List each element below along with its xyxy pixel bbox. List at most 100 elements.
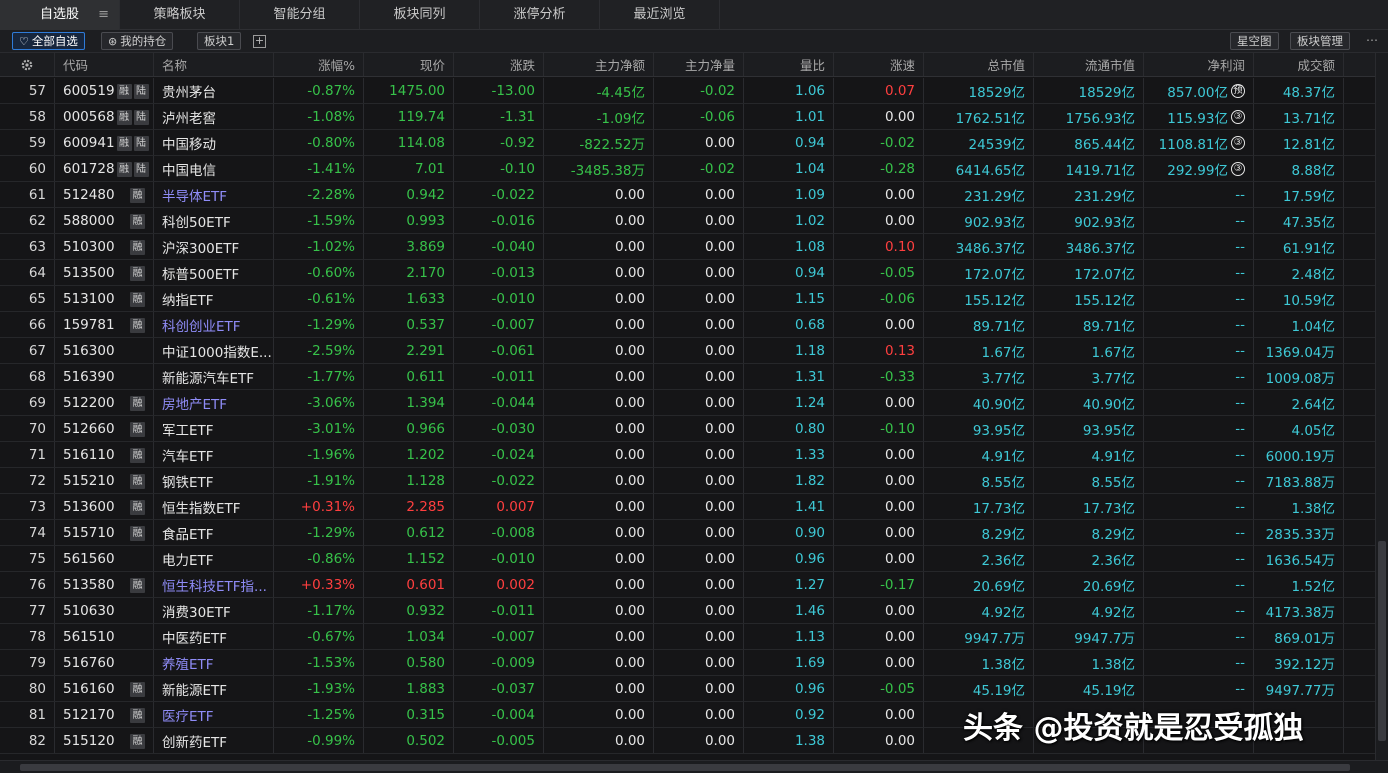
table-row[interactable]: 64 513500 融标普500ETF -0.60% 2.170 -0.013 0.00 0.… xyxy=(0,260,1375,286)
my-holdings-button[interactable]: ⊛ 我的持仓 xyxy=(101,32,174,50)
column-header-price[interactable]: 现价 xyxy=(364,53,454,76)
more-options-icon[interactable]: ⋯ xyxy=(1366,33,1378,47)
main_amt-cell: 0.00 xyxy=(544,520,654,545)
name-cell[interactable]: 纳指ETF xyxy=(154,286,274,311)
report-quarter-badge: ③ xyxy=(1231,109,1245,124)
code-cell: 515710 融 xyxy=(55,520,154,545)
name-cell[interactable]: 沪深300ETF xyxy=(154,234,274,259)
column-header-main-net-ratio[interactable]: 主力净量 xyxy=(654,53,744,76)
column-header-code[interactable]: 代码 xyxy=(55,53,154,76)
vertical-scrollbar[interactable] xyxy=(1375,53,1388,760)
name-cell[interactable]: 中证1000指数E... xyxy=(154,338,274,363)
row-index: 66 xyxy=(0,312,55,337)
name-cell[interactable]: 新能源ETF xyxy=(154,676,274,701)
name-cell[interactable]: 贵州茅台 xyxy=(154,78,274,103)
table-row[interactable]: 75 561560 电力ETF -0.86% 1.152 -0.010 0.00 0.00 0.… xyxy=(0,546,1375,572)
name-cell[interactable]: 中医药ETF xyxy=(154,624,274,649)
column-header-net-profit[interactable]: 净利润 xyxy=(1144,53,1254,76)
all-watchlist-button[interactable]: ♡ 全部自选 xyxy=(12,32,85,50)
tab-0[interactable]: 自选股 ≡ xyxy=(0,0,120,30)
star-chart-button[interactable]: 星空图 xyxy=(1230,32,1279,50)
table-row[interactable]: 77 510630 消费30ETF -1.17% 0.932 -0.011 0.00 0.00… xyxy=(0,598,1375,624)
column-header-change-pct[interactable]: 涨幅% xyxy=(274,53,364,76)
table-row[interactable]: 58 000568 融陆泸州老窖 -1.08% 119.74 -1.31 -1.09亿 -0.… xyxy=(0,104,1375,130)
block1-button[interactable]: 板块1 xyxy=(197,32,242,50)
total-cell: 172.07亿 xyxy=(924,260,1034,285)
table-row[interactable]: 62 588000 融科创50ETF -1.59% 0.993 -0.016 0.00 0.0… xyxy=(0,208,1375,234)
horizontal-scroll-thumb[interactable] xyxy=(20,764,1350,771)
table-row[interactable]: 73 513600 融恒生指数ETF +0.31% 2.285 0.007 0.00 0.00… xyxy=(0,494,1375,520)
name-cell[interactable]: 恒生科技ETF指... xyxy=(154,572,274,597)
name-cell[interactable]: 电力ETF xyxy=(154,546,274,571)
block-manage-button[interactable]: 板块管理 xyxy=(1290,32,1350,50)
float-cell: 20.69亿 xyxy=(1034,572,1144,597)
table-row[interactable]: 76 513580 融恒生科技ETF指... +0.33% 0.601 0.002 0.00… xyxy=(0,572,1375,598)
name-cell[interactable]: 科创50ETF xyxy=(154,208,274,233)
table-row[interactable]: 80 516160 融新能源ETF -1.93% 1.883 -0.037 0.00 0.00… xyxy=(0,676,1375,702)
table-row[interactable]: 63 510300 融沪深300ETF -1.02% 3.869 -0.040 0.00 0.… xyxy=(0,234,1375,260)
speed-cell: -0.10 xyxy=(834,416,924,441)
name-cell[interactable]: 食品ETF xyxy=(154,520,274,545)
name-cell[interactable]: 中国移动 xyxy=(154,130,274,155)
name-cell[interactable]: 医疗ETF xyxy=(154,702,274,727)
column-header-main-net-amount[interactable]: 主力净额 xyxy=(544,53,654,76)
table-row[interactable]: 72 515210 融钢铁ETF -1.91% 1.128 -0.022 0.00 0.00 1… xyxy=(0,468,1375,494)
column-header-total-mv[interactable]: 总市值 xyxy=(924,53,1034,76)
column-header-volume-ratio[interactable]: 量比 xyxy=(744,53,834,76)
table-row[interactable]: 60 601728 融陆中国电信 -1.41% 7.01 -0.10 -3485.38万 -0… xyxy=(0,156,1375,182)
name-cell[interactable]: 标普500ETF xyxy=(154,260,274,285)
name-cell[interactable]: 消费30ETF xyxy=(154,598,274,623)
column-header-change[interactable]: 涨跌 xyxy=(454,53,544,76)
name-cell[interactable]: 泸州老窖 xyxy=(154,104,274,129)
name-cell[interactable]: 汽车ETF xyxy=(154,442,274,467)
pct-cell: +0.31% xyxy=(274,494,364,519)
name-cell[interactable]: 房地产ETF xyxy=(154,390,274,415)
name-cell[interactable]: 恒生指数ETF xyxy=(154,494,274,519)
table-row[interactable]: 66 159781 融科创创业ETF -1.29% 0.537 -0.007 0.00 0.0… xyxy=(0,312,1375,338)
table-row[interactable]: 68 516390 新能源汽车ETF -1.77% 0.611 -0.011 0.00 0.0… xyxy=(0,364,1375,390)
settings-gear-icon[interactable] xyxy=(0,53,55,76)
tab-2[interactable]: 智能分组 xyxy=(240,0,360,30)
table-row[interactable]: 65 513100 融纳指ETF -0.61% 1.633 -0.010 0.00 0.00 1… xyxy=(0,286,1375,312)
main_net-cell: 0.00 xyxy=(654,494,744,519)
tab-4[interactable]: 涨停分析 xyxy=(480,0,600,30)
hamburger-menu-icon[interactable]: ≡ xyxy=(98,0,109,30)
table-row[interactable]: 57 600519 融陆贵州茅台 -0.87% 1475.00 -13.00 -4.45亿 -… xyxy=(0,78,1375,104)
name-cell[interactable]: 养殖ETF xyxy=(154,650,274,675)
code-cell: 512480 融 xyxy=(55,182,154,207)
column-header-turnover[interactable]: 成交额 xyxy=(1254,53,1344,76)
add-block-button[interactable]: + xyxy=(253,35,266,48)
main_net-cell: 0.00 xyxy=(654,624,744,649)
table-row[interactable]: 79 516760 养殖ETF -1.53% 0.580 -0.009 0.00 0.00 1.… xyxy=(0,650,1375,676)
column-header-speed[interactable]: 涨速 xyxy=(834,53,924,76)
name-cell[interactable]: 中国电信 xyxy=(154,156,274,181)
vertical-scroll-thumb[interactable] xyxy=(1378,541,1386,741)
table-row[interactable]: 70 512660 融军工ETF -3.01% 0.966 -0.030 0.00 0.00 0… xyxy=(0,416,1375,442)
column-header-name[interactable]: 名称 xyxy=(154,53,274,76)
table-row[interactable]: 67 516300 中证1000指数E... -2.59% 2.291 -0.061 0.0… xyxy=(0,338,1375,364)
tag-group: 融 xyxy=(128,394,145,411)
name-cell[interactable]: 钢铁ETF xyxy=(154,468,274,493)
tab-3[interactable]: 板块同列 xyxy=(360,0,480,30)
speed-cell: 0.00 xyxy=(834,390,924,415)
table-row[interactable]: 69 512200 融房地产ETF -3.06% 1.394 -0.044 0.00 0.00… xyxy=(0,390,1375,416)
table-row[interactable]: 78 561510 中医药ETF -0.67% 1.034 -0.007 0.00 0.00 1… xyxy=(0,624,1375,650)
name-cell[interactable]: 半导体ETF xyxy=(154,182,274,207)
table-row[interactable]: 71 516110 融汽车ETF -1.96% 1.202 -0.024 0.00 0.00 1… xyxy=(0,442,1375,468)
name-cell[interactable]: 创新药ETF xyxy=(154,728,274,753)
name-cell[interactable]: 科创创业ETF xyxy=(154,312,274,337)
profit-cell: 857.00亿预 xyxy=(1144,78,1254,103)
column-header-float-mv[interactable]: 流通市值 xyxy=(1034,53,1144,76)
pct-cell: -1.96% xyxy=(274,442,364,467)
horizontal-scrollbar[interactable] xyxy=(0,760,1388,773)
table-row[interactable]: 59 600941 融陆中国移动 -0.80% 114.08 -0.92 -822.52万 0… xyxy=(0,130,1375,156)
name-cell[interactable]: 新能源汽车ETF xyxy=(154,364,274,389)
row-index: 74 xyxy=(0,520,55,545)
total-cell: 2.36亿 xyxy=(924,546,1034,571)
name-cell[interactable]: 军工ETF xyxy=(154,416,274,441)
chg-cell: -0.022 xyxy=(454,182,544,207)
tab-5[interactable]: 最近浏览 xyxy=(600,0,720,30)
table-row[interactable]: 74 515710 融食品ETF -1.29% 0.612 -0.008 0.00 0.00 0… xyxy=(0,520,1375,546)
tab-1[interactable]: 策略板块 xyxy=(120,0,240,30)
table-row[interactable]: 61 512480 融半导体ETF -2.28% 0.942 -0.022 0.00 0.00… xyxy=(0,182,1375,208)
